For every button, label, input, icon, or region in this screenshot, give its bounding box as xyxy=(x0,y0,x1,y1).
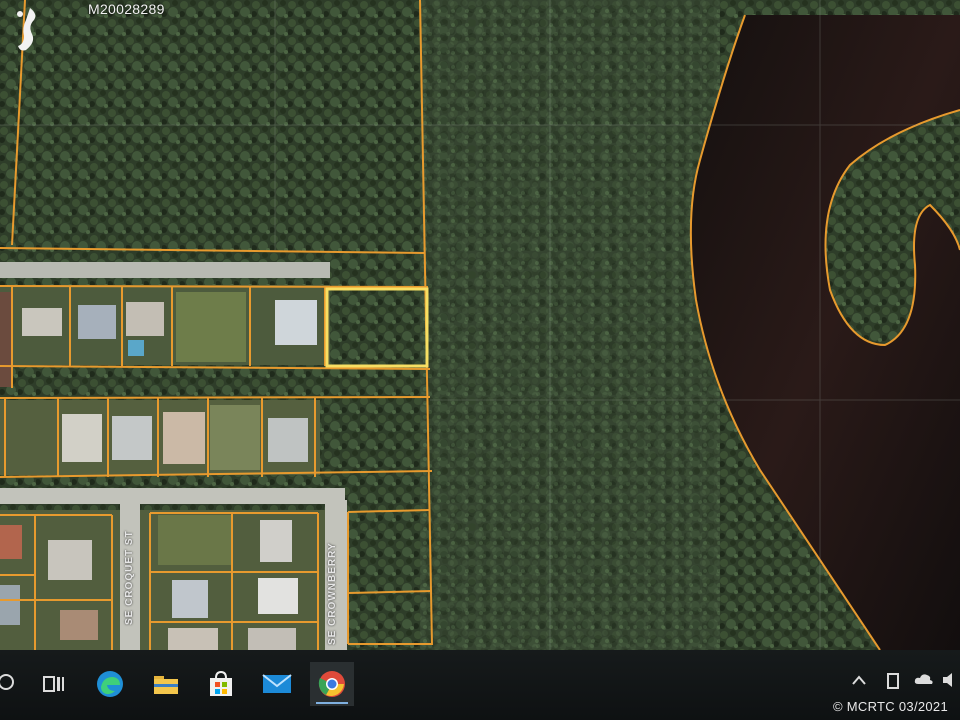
road xyxy=(0,488,345,504)
search-icon[interactable] xyxy=(0,662,30,706)
task-view-icon[interactable] xyxy=(32,662,76,706)
chevron-up-icon[interactable] xyxy=(852,672,866,688)
speaker-icon[interactable] xyxy=(942,672,958,691)
listing-id: M20028289 xyxy=(88,1,165,17)
aerial-parcel-map xyxy=(0,0,960,650)
mail-icon[interactable] xyxy=(255,662,299,706)
cloud-icon[interactable] xyxy=(914,672,934,689)
edge-browser-icon[interactable] xyxy=(88,662,132,706)
battery-icon[interactable] xyxy=(886,672,900,693)
street-label: SE CROWNBERRY xyxy=(327,542,338,645)
taskbar xyxy=(0,650,960,720)
mls-logo xyxy=(17,8,36,51)
copyright-notice: © MCRTC 03/2021 xyxy=(833,699,948,714)
residential-area xyxy=(0,262,347,650)
store-icon[interactable] xyxy=(199,662,243,706)
street-label: SE CROQUET ST xyxy=(124,530,135,625)
road xyxy=(0,262,330,278)
file-explorer-icon[interactable] xyxy=(144,662,188,706)
chrome-icon[interactable] xyxy=(310,662,354,706)
